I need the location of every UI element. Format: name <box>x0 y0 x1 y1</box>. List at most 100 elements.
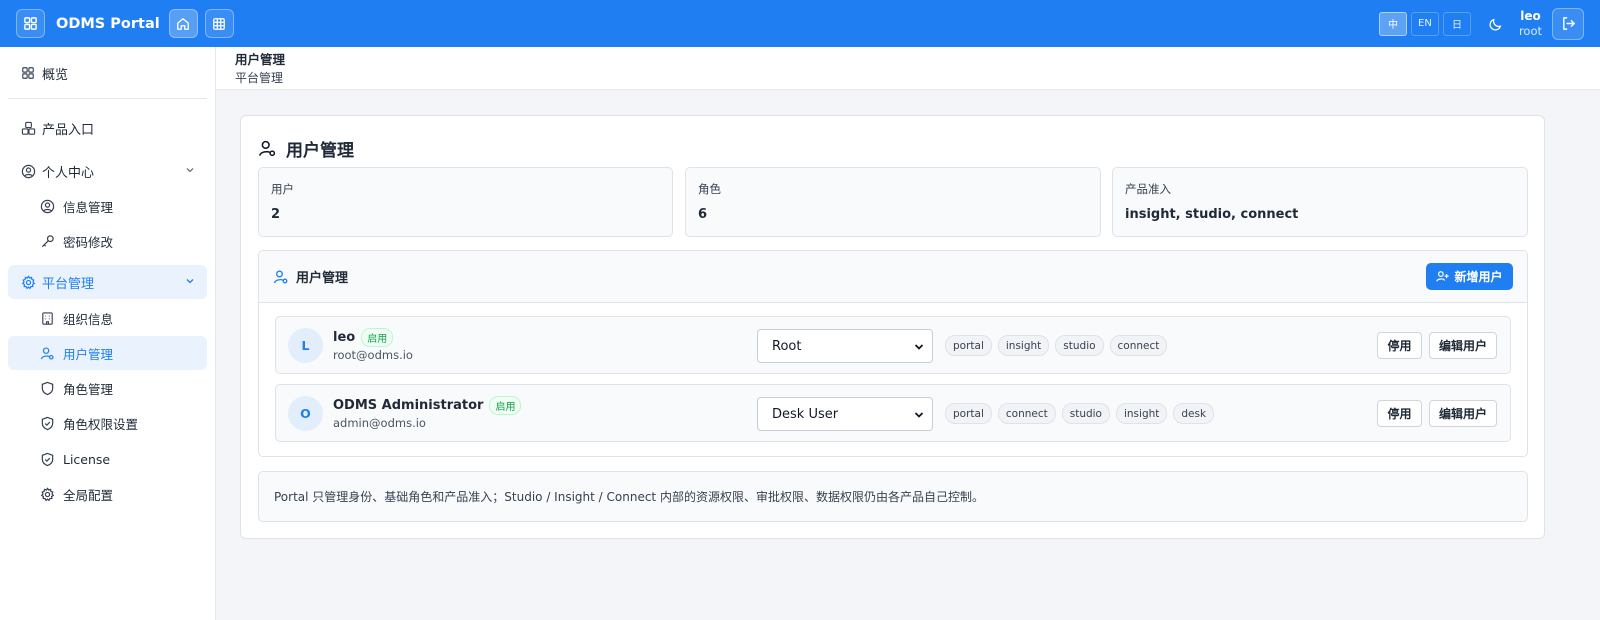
sidebar-item-label: License <box>63 451 111 467</box>
user-cog-icon <box>40 346 55 361</box>
sidebar-item-label: 信息管理 <box>63 199 114 215</box>
home-icon <box>177 17 190 30</box>
role-select[interactable]: Desk User <box>757 397 933 431</box>
moon-icon <box>1489 18 1502 30</box>
product-tags: portal insight studio connect <box>945 335 1173 356</box>
building-icon <box>40 311 55 326</box>
lang-zh-button[interactable]: 中 <box>1378 11 1407 36</box>
user-circle-icon <box>40 199 55 214</box>
chevron-down-icon <box>186 168 194 173</box>
avatar: L <box>288 328 323 363</box>
stat-label: 产品准入 <box>1125 182 1171 196</box>
gear-icon <box>40 486 55 502</box>
stat-value: insight, studio, connect <box>1125 207 1299 222</box>
sidebar-item-label: 角色权限设置 <box>63 416 139 432</box>
sidebar-item-info-manage[interactable]: 信息管理 <box>8 189 207 223</box>
brand-title: ODMS Portal <box>56 15 160 32</box>
user-circle-icon <box>20 163 36 179</box>
sidebar-item-global-config[interactable]: 全局配置 <box>8 477 207 511</box>
sidebar-item-license[interactable]: License <box>8 442 207 476</box>
sidebar-item-org-info[interactable]: 组织信息 <box>8 301 207 335</box>
apps-grid-button[interactable] <box>16 9 45 38</box>
sidebar-item-overview[interactable]: 概览 <box>8 56 207 90</box>
logout-icon <box>1562 17 1575 30</box>
product-tag: connect <box>1109 335 1168 356</box>
user-name-cell: ODMS Administrator 启用 <box>333 396 522 415</box>
dark-mode-toggle[interactable] <box>1489 17 1503 31</box>
stat-value: 6 <box>698 207 708 222</box>
add-user-label: 新增用户 <box>1454 270 1503 284</box>
top-header: ODMS Portal 中 EN 日 leo root <box>0 0 1600 47</box>
dashboard-icon <box>20 65 36 81</box>
key-icon <box>40 234 55 249</box>
sidebar: 概览 产品入口 个人中心 信息管理 密码修改 平台管理 组织信息 用户管理 角色… <box>0 47 216 620</box>
breadcrumb-current: 用户管理 <box>235 52 286 67</box>
table-view-button[interactable] <box>204 9 234 38</box>
stat-label: 角色 <box>698 182 721 196</box>
role-select-value: Root <box>772 338 802 354</box>
current-user-name: leo <box>1520 8 1541 23</box>
chevron-down-icon <box>914 344 924 350</box>
sidebar-item-product-entry[interactable]: 产品入口 <box>8 111 207 145</box>
sidebar-item-label: 全局配置 <box>63 487 114 503</box>
stat-value: 2 <box>271 207 281 222</box>
status-badge: 启用 <box>361 328 394 347</box>
stat-card-roles: 角色 6 <box>685 167 1101 237</box>
disable-user-button[interactable]: 停用 <box>1377 332 1422 359</box>
user-cog-icon <box>273 270 288 283</box>
product-tag: insight <box>1115 403 1168 424</box>
current-user: leo root <box>1519 9 1542 39</box>
main-card: 用户管理 用户 2 角色 6 产品准入 insight, studio, con… <box>240 115 1545 539</box>
user-name: ODMS Administrator <box>333 398 484 413</box>
breadcrumb: 用户管理 平台管理 <box>216 47 1600 90</box>
user-email: root@odms.io <box>333 348 413 362</box>
avatar: O <box>288 396 323 431</box>
users-panel-header: 用户管理 新增用户 <box>259 251 1527 303</box>
disable-user-button[interactable]: 停用 <box>1377 400 1422 427</box>
home-button[interactable] <box>168 9 198 38</box>
role-select-value: Desk User <box>772 406 839 422</box>
product-tag: portal <box>945 403 992 424</box>
sidebar-item-user-manage[interactable]: 用户管理 <box>8 336 207 370</box>
edit-user-button[interactable]: 编辑用户 <box>1429 332 1497 359</box>
breadcrumb-parent[interactable]: 平台管理 <box>235 70 1600 86</box>
stat-label: 用户 <box>271 182 294 196</box>
apps-grid-icon <box>24 17 37 30</box>
product-tag: studio <box>1055 335 1104 356</box>
stat-card-product-access: 产品准入 insight, studio, connect <box>1112 167 1528 237</box>
page-title: 用户管理 <box>258 136 354 161</box>
lang-ja-button[interactable]: 日 <box>1442 11 1471 36</box>
boxes-icon <box>20 120 36 136</box>
sidebar-item-role-permission[interactable]: 角色权限设置 <box>8 406 207 440</box>
gear-icon <box>20 274 36 290</box>
sidebar-item-label: 组织信息 <box>63 311 114 327</box>
user-email: admin@odms.io <box>333 416 426 430</box>
shield-icon <box>40 381 55 396</box>
role-select[interactable]: Root <box>757 329 933 363</box>
status-badge: 启用 <box>489 396 522 415</box>
product-tag: studio <box>1061 403 1110 424</box>
sidebar-item-password-change[interactable]: 密码修改 <box>8 224 207 258</box>
sidebar-divider <box>8 98 207 99</box>
user-name: leo <box>333 330 356 345</box>
edit-user-button[interactable]: 编辑用户 <box>1429 400 1497 427</box>
users-panel: 用户管理 新增用户 L leo 启用 root@odms.io Root por… <box>258 250 1528 457</box>
logout-button[interactable] <box>1552 7 1584 40</box>
sidebar-item-label: 平台管理 <box>42 276 95 292</box>
table-grid-icon <box>213 17 226 30</box>
product-tag: portal <box>945 335 992 356</box>
stat-card-users: 用户 2 <box>258 167 673 237</box>
sidebar-item-platform-manage[interactable]: 平台管理 <box>8 265 207 299</box>
sidebar-item-label: 角色管理 <box>63 381 114 397</box>
lang-en-button[interactable]: EN <box>1410 11 1439 36</box>
chevron-down-icon <box>186 279 194 284</box>
sidebar-item-role-manage[interactable]: 角色管理 <box>8 371 207 405</box>
sidebar-item-label: 个人中心 <box>42 165 95 181</box>
page-title-text: 用户管理 <box>286 141 354 161</box>
sidebar-item-label: 用户管理 <box>63 346 114 362</box>
table-row: O ODMS Administrator 启用 admin@odms.io De… <box>275 384 1511 442</box>
add-user-button[interactable]: 新增用户 <box>1426 263 1513 290</box>
table-row: L leo 启用 root@odms.io Root portal insigh… <box>275 316 1511 374</box>
sidebar-item-label: 概览 <box>42 67 69 83</box>
sidebar-item-personal-center[interactable]: 个人中心 <box>8 154 207 188</box>
